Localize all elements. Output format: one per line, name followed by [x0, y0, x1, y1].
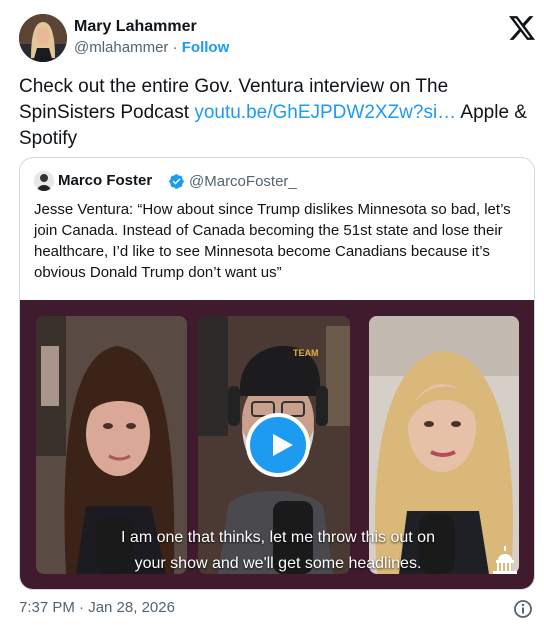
tweet-text: Check out the entire Gov. Ventura interv…: [19, 74, 539, 152]
quoted-author-name: Marco Foster: [58, 172, 153, 189]
quoted-tweet[interactable]: Marco Foster @MarcoFoster_ Jesse Ventura…: [19, 157, 535, 590]
tweet-header: Mary Lahammer @mlahammer · Follow: [19, 12, 535, 62]
play-button[interactable]: [246, 413, 310, 477]
author-avatar[interactable]: [19, 14, 67, 62]
caption-line-1: I am one that thinks, let me throw this …: [121, 529, 435, 546]
separator-dot: ·: [172, 39, 178, 56]
info-icon[interactable]: [513, 599, 533, 619]
verified-badge-icon: [168, 173, 185, 190]
capitol-dome-icon: [490, 546, 520, 576]
author-handle[interactable]: @mlahammer: [74, 39, 168, 56]
tweet-timestamp[interactable]: 7:37 PM · Jan 28, 2026: [19, 599, 175, 616]
video-caption: I am one that thinks, let me throw this …: [60, 525, 496, 577]
follow-button[interactable]: Follow: [182, 39, 230, 56]
quoted-tweet-text: Jesse Ventura: “How about since Trump di…: [34, 201, 511, 281]
author-name-block: Mary Lahammer @mlahammer · Follow: [74, 16, 229, 59]
quoted-author-avatar: [34, 171, 54, 191]
tweet-link[interactable]: youtu.be/GhEJPDW2XZw?si…: [194, 102, 456, 123]
author-display-name[interactable]: Mary Lahammer: [74, 16, 229, 37]
video-player[interactable]: TEAM I am one that thinks, let me throw …: [20, 300, 534, 589]
quoted-author-handle: @MarcoFoster_: [189, 173, 297, 190]
play-icon: [273, 434, 293, 456]
cap-text: TEAM: [293, 348, 319, 358]
x-logo-icon[interactable]: [509, 16, 535, 40]
tweet-card: Mary Lahammer @mlahammer · Follow Check …: [0, 0, 544, 632]
caption-line-2: your show and we'll get some headlines.: [134, 555, 422, 572]
author-handle-row: @mlahammer · Follow: [74, 37, 229, 59]
